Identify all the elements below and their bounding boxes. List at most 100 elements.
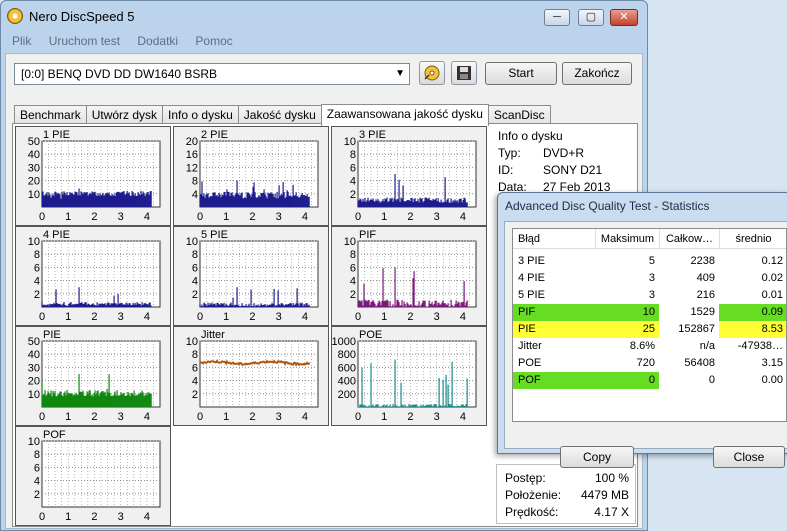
statistics-row[interactable]: 3 PIE 5 2238 0.12 bbox=[513, 253, 786, 270]
statistics-row[interactable]: POF 0 0 0.00 bbox=[513, 372, 786, 389]
chevron-down-icon[interactable]: ▼ bbox=[395, 64, 405, 84]
y-tick-label: 8 bbox=[192, 349, 198, 361]
x-tick-label: 4 bbox=[144, 511, 150, 523]
y-tick-label: 20 bbox=[186, 136, 198, 148]
x-tick-label: 3 bbox=[276, 411, 282, 423]
title-bar[interactable]: Nero DiscSpeed 5 ─ ▢ ✕ bbox=[1, 1, 647, 31]
chart-title: 3 PIE bbox=[359, 129, 386, 141]
y-tick-label: 200 bbox=[338, 389, 356, 401]
x-tick-label: 1 bbox=[381, 311, 387, 323]
chart-plot: 1086420 1 2 3 43 PIE bbox=[344, 129, 477, 223]
x-tick-label: 2 bbox=[249, 411, 255, 423]
tab-strip: Benchmark Utwórz dysk Info o dysku Jakość d… bbox=[14, 103, 551, 126]
y-tick-label: 2 bbox=[192, 389, 198, 401]
menu-item-help[interactable]: Pomoc bbox=[188, 32, 239, 48]
stat-maximum: 3 bbox=[648, 272, 655, 284]
stat-name: 4 PIE bbox=[518, 272, 545, 284]
y-tick-label: 4 bbox=[350, 276, 356, 288]
x-tick-label: 3 bbox=[434, 311, 440, 323]
drive-select-value: [0:0] BENQ DVD DD DW1640 BSRB bbox=[21, 67, 218, 81]
statistics-row[interactable]: PIE 25 152867 8.53 bbox=[513, 321, 786, 338]
stat-maximum: 0 bbox=[648, 374, 655, 386]
x-tick-label: 1 bbox=[381, 411, 387, 423]
stat-total: 2238 bbox=[690, 255, 715, 267]
menu-item-run-test[interactable]: Uruchom test bbox=[42, 32, 127, 48]
position-value: 4479 MB bbox=[580, 488, 629, 502]
y-tick-label: 6 bbox=[34, 262, 40, 274]
start-button[interactable]: Start bbox=[485, 62, 557, 85]
stat-maximum: 8.6% bbox=[629, 340, 655, 352]
y-tick-label: 10 bbox=[28, 236, 40, 248]
stat-average: 8.53 bbox=[719, 321, 786, 338]
statistics-row[interactable]: 4 PIE 3 409 0.02 bbox=[513, 270, 786, 287]
exit-button[interactable]: Zakończ bbox=[562, 62, 632, 85]
x-tick-label: 0 bbox=[197, 411, 203, 423]
close-window-button[interactable]: ✕ bbox=[610, 9, 638, 26]
tab-advanced-disc-quality[interactable]: Zaawansowana jakość dysku bbox=[320, 104, 489, 126]
y-tick-label: 8 bbox=[192, 176, 198, 188]
speed-value: 4.17 X bbox=[594, 505, 629, 519]
progress-status-group: Postęp: 100 % Położenie: 4479 MB Prędkoś… bbox=[496, 464, 636, 524]
y-tick-label: 30 bbox=[28, 162, 40, 174]
column-header-max[interactable]: Maksimum bbox=[595, 229, 659, 249]
menu-item-extras[interactable]: Dodatki bbox=[130, 32, 185, 48]
x-tick-label: 4 bbox=[460, 311, 466, 323]
stat-maximum: 720 bbox=[636, 357, 655, 369]
chart-title: 1 PIE bbox=[43, 129, 70, 141]
tab-disc-info[interactable]: Info o dysku bbox=[162, 105, 239, 125]
y-tick-label: 2 bbox=[34, 289, 40, 301]
stat-name: PIE bbox=[518, 323, 536, 335]
tab-create-disc[interactable]: Utwórz dysk bbox=[85, 105, 164, 125]
chart-pif: 10 8 6 4 2 0 1 2 3 4 PIF bbox=[331, 226, 487, 326]
x-tick-label: 0 bbox=[355, 211, 361, 223]
x-tick-label: 1 bbox=[223, 411, 229, 423]
x-tick-label: 2 bbox=[407, 211, 413, 223]
x-tick-label: 0 bbox=[39, 411, 45, 423]
y-tick-label: 30 bbox=[28, 362, 40, 374]
statistics-row[interactable]: POE 720 56408 3.15 bbox=[513, 355, 786, 372]
statistics-row[interactable]: 5 PIE 3 216 0.01 bbox=[513, 287, 786, 304]
eject-drive-button[interactable] bbox=[419, 61, 445, 85]
column-header-error[interactable]: Błąd bbox=[518, 229, 593, 249]
stat-maximum: 10 bbox=[642, 306, 655, 318]
disc-info-group: Info o dysku Typ: DVD+R ID: SONY D21 Dat… bbox=[491, 127, 634, 194]
statistics-row[interactable]: PIF 10 1529 0.09 bbox=[513, 304, 786, 321]
close-dialog-button[interactable]: Close bbox=[713, 446, 785, 468]
chart-pof: 10 8 6 4 2 0 1 2 3 4 POF bbox=[15, 426, 171, 526]
stat-name: Jitter bbox=[518, 340, 542, 352]
x-tick-label: 2 bbox=[91, 211, 97, 223]
y-tick-label: 2 bbox=[192, 289, 198, 301]
maximize-button[interactable]: ▢ bbox=[578, 9, 604, 26]
copy-button[interactable]: Copy bbox=[560, 446, 634, 468]
x-tick-label: 2 bbox=[249, 211, 255, 223]
y-tick-label: 2 bbox=[350, 189, 356, 201]
statistics-dialog-client: Błąd Maksimum Całkow… średnio 3 PIE 5 2238… bbox=[504, 221, 787, 468]
y-tick-label: 400 bbox=[338, 376, 356, 388]
column-header-total[interactable]: Całkow… bbox=[659, 229, 719, 249]
menu-item-plik[interactable]: Plik bbox=[5, 32, 38, 48]
speed-label: Prędkość: bbox=[505, 505, 559, 519]
x-tick-label: 0 bbox=[197, 311, 203, 323]
column-header-average[interactable]: średnio bbox=[719, 229, 786, 249]
disc-id-value: SONY D21 bbox=[543, 163, 603, 177]
statistics-row[interactable]: Jitter 8.6% n/a -47938… bbox=[513, 338, 786, 355]
chart-title: 2 PIE bbox=[201, 129, 228, 141]
stat-total: 1529 bbox=[690, 306, 715, 318]
tab-benchmark[interactable]: Benchmark bbox=[14, 105, 87, 125]
x-tick-label: 1 bbox=[65, 211, 71, 223]
tab-scandisc[interactable]: ScanDisc bbox=[487, 105, 551, 125]
drive-select[interactable]: [0:0] BENQ DVD DD DW1640 BSRB ▼ bbox=[14, 63, 410, 85]
stat-total: 56408 bbox=[684, 357, 715, 369]
y-tick-label: 4 bbox=[350, 176, 356, 188]
x-tick-label: 1 bbox=[223, 211, 229, 223]
chart-2-pie: 20 16 12 8 4 0 1 2 3 4 2 PIE bbox=[173, 126, 329, 226]
statistics-dialog-title[interactable]: Advanced Disc Quality Test - Statistics bbox=[505, 199, 710, 213]
save-button[interactable] bbox=[451, 61, 477, 85]
tab-disc-quality[interactable]: Jakość dysku bbox=[237, 105, 322, 125]
y-tick-label: 12 bbox=[186, 162, 198, 174]
x-tick-label: 4 bbox=[302, 211, 308, 223]
y-tick-label: 40 bbox=[28, 349, 40, 361]
menu-bar: Plik Uruchom test Dodatki Pomoc bbox=[5, 32, 643, 52]
stat-maximum: 3 bbox=[648, 289, 655, 301]
minimize-button[interactable]: ─ bbox=[544, 9, 570, 26]
